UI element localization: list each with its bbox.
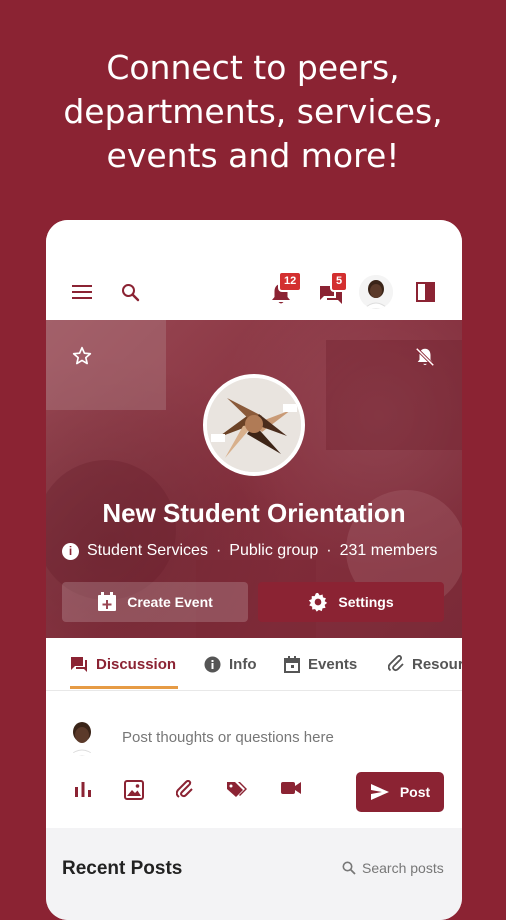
video-icon[interactable] (280, 780, 302, 796)
tab-resources[interactable]: Resour (388, 638, 462, 690)
gear-icon (309, 592, 328, 612)
tab-discussion-label: Discussion (96, 655, 177, 673)
group-department[interactable]: Student Services (87, 542, 208, 560)
search-icon (342, 861, 356, 875)
top-app-bar: 12 5 (46, 220, 462, 320)
attachment-icon[interactable] (176, 780, 194, 800)
tab-events[interactable]: Events (284, 638, 357, 690)
post-button-label: Post (399, 784, 431, 800)
meta-separator: · (326, 542, 332, 559)
info-icon (204, 656, 221, 672)
post-input[interactable] (122, 726, 422, 748)
group-members[interactable]: 231 members (340, 542, 438, 560)
meta-separator: · (215, 542, 222, 559)
tab-discussion[interactable]: Discussion (70, 638, 176, 690)
recent-posts-title: Recent Posts (62, 858, 183, 879)
headline-line-2: departments, services, (63, 92, 443, 131)
calendar-plus-icon (98, 592, 117, 611)
recent-posts-section: Recent Posts Search posts (46, 828, 462, 920)
image-icon[interactable] (124, 780, 144, 800)
search-posts-label: Search posts (362, 860, 444, 876)
group-privacy: Public group (229, 542, 319, 559)
composer-avatar (66, 718, 98, 756)
user-avatar[interactable] (359, 275, 393, 309)
messages-badge: 5 (330, 271, 349, 292)
post-button[interactable]: Post (356, 772, 444, 812)
create-event-label: Create Event (127, 594, 213, 610)
chat-icon (71, 657, 87, 672)
notifications-button[interactable]: 12 (268, 271, 303, 308)
group-avatar (203, 374, 305, 476)
messages-button[interactable]: 5 (316, 271, 349, 308)
tab-resources-label: Resour (412, 655, 462, 673)
paperclip-icon (388, 655, 404, 672)
post-composer: Post (46, 698, 462, 828)
tab-info-label: Info (229, 655, 257, 673)
calendar-icon (284, 655, 300, 673)
tag-icon[interactable] (226, 780, 248, 798)
star-icon[interactable] (72, 346, 92, 366)
tab-info[interactable]: Info (204, 638, 257, 690)
settings-button[interactable]: Settings (258, 582, 444, 622)
info-icon: i (62, 542, 79, 560)
group-meta: i Student Services · Public group · 231 … (62, 542, 452, 560)
headline-line-3: events and more! (106, 136, 400, 175)
menu-icon[interactable] (72, 284, 92, 300)
notifications-badge: 12 (278, 271, 303, 292)
panel-toggle-icon[interactable] (416, 282, 435, 302)
settings-label: Settings (338, 594, 394, 610)
promo-headline: Connect to peers, departments, services,… (0, 46, 506, 178)
phone-screen: 12 5 New Student Orientation i Student S… (46, 220, 462, 920)
search-posts-button[interactable]: Search posts (342, 860, 444, 876)
headline-line-1: Connect to peers, (106, 48, 400, 87)
active-tab-indicator (70, 686, 178, 689)
group-header: New Student Orientation i Student Servic… (46, 320, 462, 638)
notifications-off-icon[interactable] (414, 346, 436, 368)
search-icon[interactable] (121, 283, 140, 302)
create-event-button[interactable]: Create Event (62, 582, 248, 622)
tab-events-label: Events (308, 655, 358, 673)
group-tabs: Discussion Info Events Resour (46, 638, 462, 691)
poll-icon[interactable] (74, 780, 92, 798)
send-icon (370, 784, 389, 800)
group-title: New Student Orientation (102, 498, 406, 528)
